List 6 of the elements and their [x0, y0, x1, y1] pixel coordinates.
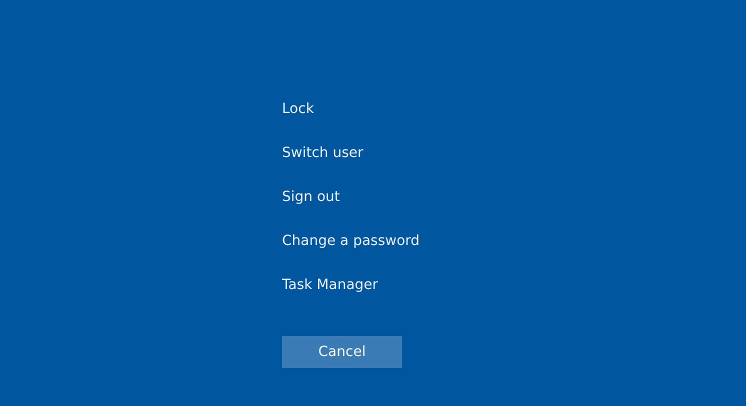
- menu-option[interactable]: Task Manager: [282, 274, 378, 296]
- menu-option[interactable]: Lock: [282, 98, 314, 120]
- menu-option[interactable]: Change a password: [282, 230, 420, 252]
- menu-option[interactable]: Sign out: [282, 186, 340, 208]
- cancel-button[interactable]: Cancel: [282, 336, 402, 368]
- menu-option[interactable]: Switch user: [282, 142, 364, 164]
